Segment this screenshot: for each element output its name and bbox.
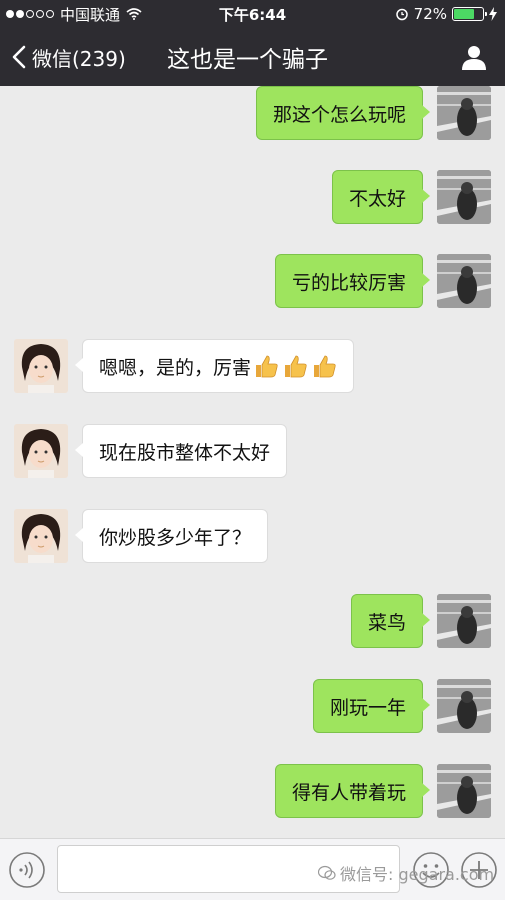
chat-header: 微信(239) 这也是一个骗子 — [0, 28, 505, 86]
message-row: 嗯嗯，是的，厉害 — [0, 339, 505, 395]
outgoing-message-bubble[interactable]: 那这个怎么玩呢 — [255, 86, 431, 140]
person-icon[interactable] — [461, 44, 487, 70]
message-text: 嗯嗯，是的，厉害 — [99, 356, 252, 379]
avatar-self[interactable] — [437, 679, 491, 733]
status-bar: 中国联通 下午6:44 72% — [0, 0, 505, 28]
avatar-contact[interactable] — [14, 424, 68, 478]
input-bar: 微信号: gegara.com — [0, 838, 505, 900]
message-text: 不太好 — [348, 187, 406, 210]
outgoing-message-bubble[interactable]: 刚玩一年 — [312, 679, 431, 733]
chevron-left-icon — [12, 45, 26, 69]
message-row: 那这个怎么玩呢 — [0, 86, 505, 142]
avatar-contact[interactable] — [14, 509, 68, 563]
incoming-message-bubble[interactable]: 嗯嗯，是的，厉害 — [74, 339, 355, 393]
message-row: 菜鸟 — [0, 594, 505, 650]
message-row: 刚玩一年 — [0, 679, 505, 735]
message-text: 你炒股多少年了？ — [99, 526, 252, 549]
message-text: 刚玩一年 — [329, 696, 406, 719]
page-title: 这也是一个骗子 — [167, 47, 328, 73]
back-button[interactable]: 微信(239) — [12, 43, 126, 72]
message-text: 现在股市整体不太好 — [99, 441, 271, 464]
voice-input-icon[interactable] — [8, 851, 46, 889]
avatar-self[interactable] — [437, 254, 491, 308]
wechat-logo-icon — [318, 865, 336, 880]
message-text: 亏的比较厉害 — [291, 271, 406, 294]
message-row: 现在股市整体不太好 — [0, 424, 505, 480]
avatar-self[interactable] — [437, 86, 491, 140]
alarm-icon — [395, 8, 408, 21]
avatar-self[interactable] — [437, 764, 491, 818]
outgoing-message-bubble[interactable]: 不太好 — [331, 170, 431, 224]
outgoing-message-bubble[interactable]: 得有人带着玩 — [274, 764, 431, 818]
message-text: 那这个怎么玩呢 — [272, 103, 406, 126]
thumbs-up-icon — [256, 355, 278, 378]
battery-percent: 72% — [413, 5, 447, 23]
outgoing-message-bubble[interactable]: 亏的比较厉害 — [274, 254, 431, 308]
thumbs-up-icon — [285, 355, 307, 378]
message-row: 得有人带着玩 — [0, 764, 505, 820]
thumbs-up-icon — [314, 355, 336, 378]
message-row: 亏的比较厉害 — [0, 254, 505, 310]
watermark: 微信号: gegara.com — [318, 861, 494, 885]
avatar-self[interactable] — [437, 170, 491, 224]
incoming-message-bubble[interactable]: 你炒股多少年了？ — [74, 509, 269, 563]
watermark-text: 微信号: gegara.com — [340, 865, 495, 884]
message-row: 不太好 — [0, 170, 505, 226]
battery-icon — [452, 7, 487, 21]
outgoing-message-bubble[interactable]: 菜鸟 — [350, 594, 431, 648]
message-row: 你炒股多少年了？ — [0, 509, 505, 565]
avatar-contact[interactable] — [14, 339, 68, 393]
message-text: 得有人带着玩 — [291, 781, 406, 804]
message-list: 那这个怎么玩呢 不太好 亏的比较厉害 嗯嗯，是的，厉害 现在股市整体不太好 你炒… — [0, 86, 505, 838]
incoming-message-bubble[interactable]: 现在股市整体不太好 — [74, 424, 288, 478]
avatar-self[interactable] — [437, 594, 491, 648]
charging-bolt-icon — [489, 7, 497, 21]
message-text: 菜鸟 — [367, 611, 406, 634]
back-label: 微信(239) — [32, 46, 126, 71]
